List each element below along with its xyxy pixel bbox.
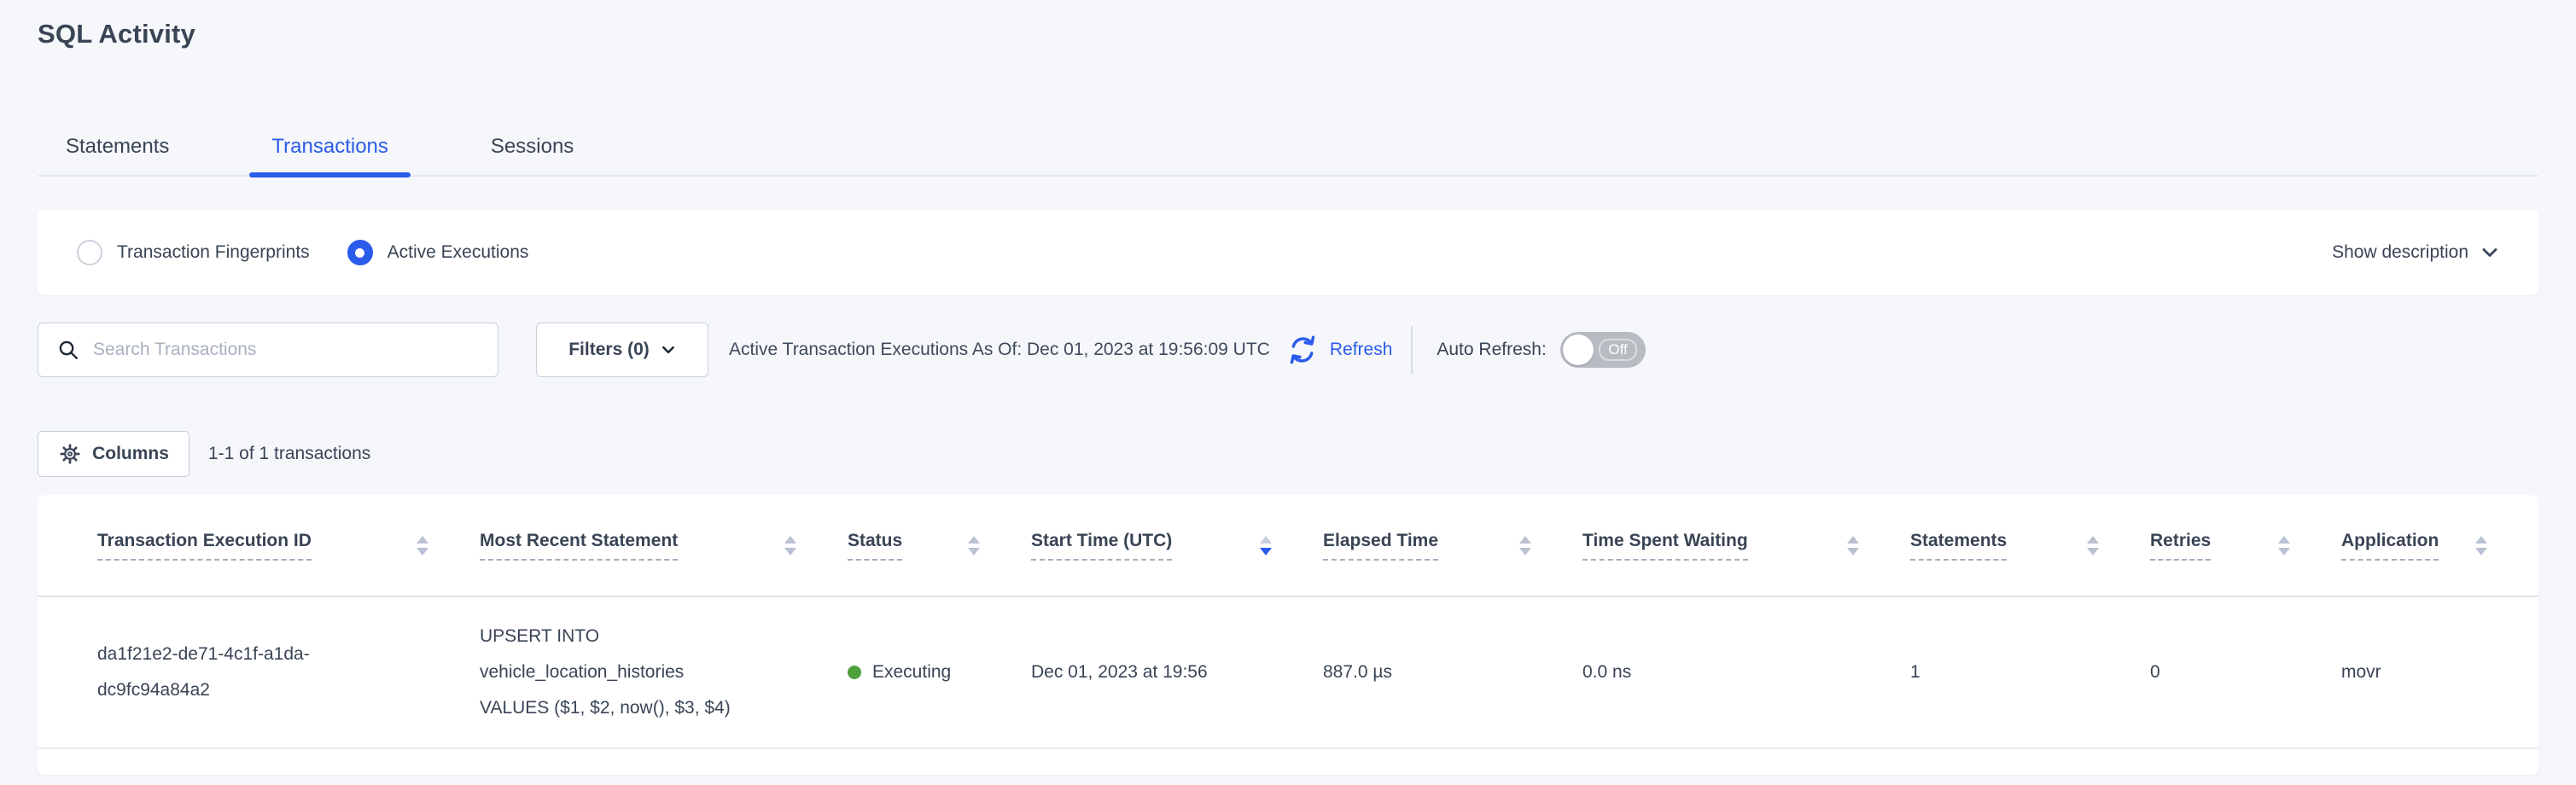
toggle-knob[interactable] bbox=[1563, 334, 1594, 365]
refresh-button[interactable]: Refresh bbox=[1285, 333, 1393, 367]
search-box[interactable] bbox=[38, 323, 498, 377]
tab-statements[interactable]: Statements bbox=[66, 135, 169, 177]
view-options-card: Transaction Fingerprints Active Executio… bbox=[38, 210, 2538, 295]
toggle-state-label: Off bbox=[1599, 339, 1636, 361]
table-header-row: Transaction Execution ID Most Recent Sta… bbox=[38, 495, 2538, 597]
cell-statements: 1 bbox=[1910, 654, 2150, 690]
sort-arrows-icon[interactable] bbox=[968, 536, 980, 555]
column-header-status[interactable]: Status bbox=[848, 530, 1031, 560]
sort-arrows-icon[interactable] bbox=[1260, 536, 1272, 555]
result-count: 1-1 of 1 transactions bbox=[208, 444, 370, 464]
column-header-most-recent-statement[interactable]: Most Recent Statement bbox=[480, 530, 848, 560]
auto-refresh-toggle[interactable]: Off bbox=[1560, 332, 1646, 368]
cell-application: movr bbox=[2341, 654, 2538, 690]
cell-retries: 0 bbox=[2150, 654, 2341, 690]
cell-status: Executing bbox=[848, 654, 1031, 690]
as-of-timestamp: Active Transaction Executions As Of: Dec… bbox=[729, 340, 1270, 360]
table-row: da1f21e2-de71-4c1f-a1da- dc9fc94a84a2 UP… bbox=[38, 597, 2538, 749]
toolbar: Filters (0) Active Transaction Execution… bbox=[38, 323, 2538, 377]
cell-time-spent-waiting: 0.0 ns bbox=[1582, 654, 1910, 690]
column-header-elapsed-time[interactable]: Elapsed Time bbox=[1323, 530, 1582, 560]
table-controls: Columns 1-1 of 1 transactions bbox=[38, 431, 370, 477]
column-header-statements[interactable]: Statements bbox=[1910, 530, 2150, 560]
column-header-start-time[interactable]: Start Time (UTC) bbox=[1031, 530, 1323, 560]
refresh-label[interactable]: Refresh bbox=[1330, 340, 1393, 360]
sort-arrows-icon[interactable] bbox=[2475, 536, 2487, 555]
sort-arrows-icon[interactable] bbox=[2087, 536, 2099, 555]
cell-start-time: Dec 01, 2023 at 19:56 bbox=[1031, 654, 1323, 690]
page-title: SQL Activity bbox=[38, 19, 195, 49]
tab-sessions[interactable]: Sessions bbox=[491, 135, 574, 177]
toolbar-divider bbox=[1411, 326, 1413, 374]
radio-label[interactable]: Transaction Fingerprints bbox=[117, 242, 310, 263]
executing-status-dot-icon bbox=[848, 666, 861, 679]
auto-refresh-label: Auto Refresh: bbox=[1437, 340, 1546, 360]
tab-bar: Statements Transactions Sessions bbox=[38, 119, 2538, 177]
sql-activity-page: SQL Activity Statements Transactions Ses… bbox=[0, 0, 2576, 785]
sort-arrows-icon[interactable] bbox=[2278, 536, 2290, 555]
cell-most-recent-statement: UPSERT INTO vehicle_location_histories V… bbox=[480, 619, 848, 726]
search-icon bbox=[57, 339, 79, 361]
gear-icon bbox=[58, 442, 82, 466]
radio-selected-icon[interactable] bbox=[347, 240, 373, 265]
sort-arrows-icon[interactable] bbox=[784, 536, 796, 555]
show-description-button[interactable]: Show description bbox=[2332, 242, 2499, 263]
radio-label[interactable]: Active Executions bbox=[388, 242, 529, 263]
cell-transaction-execution-id: da1f21e2-de71-4c1f-a1da- dc9fc94a84a2 bbox=[97, 637, 480, 708]
sort-arrows-icon[interactable] bbox=[1847, 536, 1859, 555]
radio-unselected-icon[interactable] bbox=[77, 240, 102, 265]
tab-transactions[interactable]: Transactions bbox=[271, 135, 388, 177]
column-header-time-spent-waiting[interactable]: Time Spent Waiting bbox=[1582, 530, 1910, 560]
chevron-down-icon bbox=[661, 342, 676, 358]
sort-arrows-icon[interactable] bbox=[417, 536, 428, 555]
sort-arrows-icon[interactable] bbox=[1519, 536, 1531, 555]
show-description-label[interactable]: Show description bbox=[2332, 242, 2468, 263]
column-header-transaction-execution-id[interactable]: Transaction Execution ID bbox=[97, 530, 480, 560]
radio-active-executions[interactable]: Active Executions bbox=[347, 240, 529, 265]
columns-button[interactable]: Columns bbox=[38, 431, 189, 477]
filters-button-label: Filters (0) bbox=[568, 340, 650, 360]
columns-button-label: Columns bbox=[92, 444, 169, 464]
refresh-icon[interactable] bbox=[1285, 333, 1320, 367]
chevron-down-icon bbox=[2480, 243, 2499, 262]
cell-elapsed-time: 887.0 µs bbox=[1323, 654, 1582, 690]
radio-transaction-fingerprints[interactable]: Transaction Fingerprints bbox=[77, 240, 310, 265]
column-header-application[interactable]: Application bbox=[2341, 530, 2538, 560]
column-header-retries[interactable]: Retries bbox=[2150, 530, 2341, 560]
filters-button[interactable]: Filters (0) bbox=[536, 323, 708, 377]
status-label: Executing bbox=[872, 654, 951, 690]
transactions-table: Transaction Execution ID Most Recent Sta… bbox=[38, 495, 2538, 775]
search-input[interactable] bbox=[93, 340, 482, 360]
